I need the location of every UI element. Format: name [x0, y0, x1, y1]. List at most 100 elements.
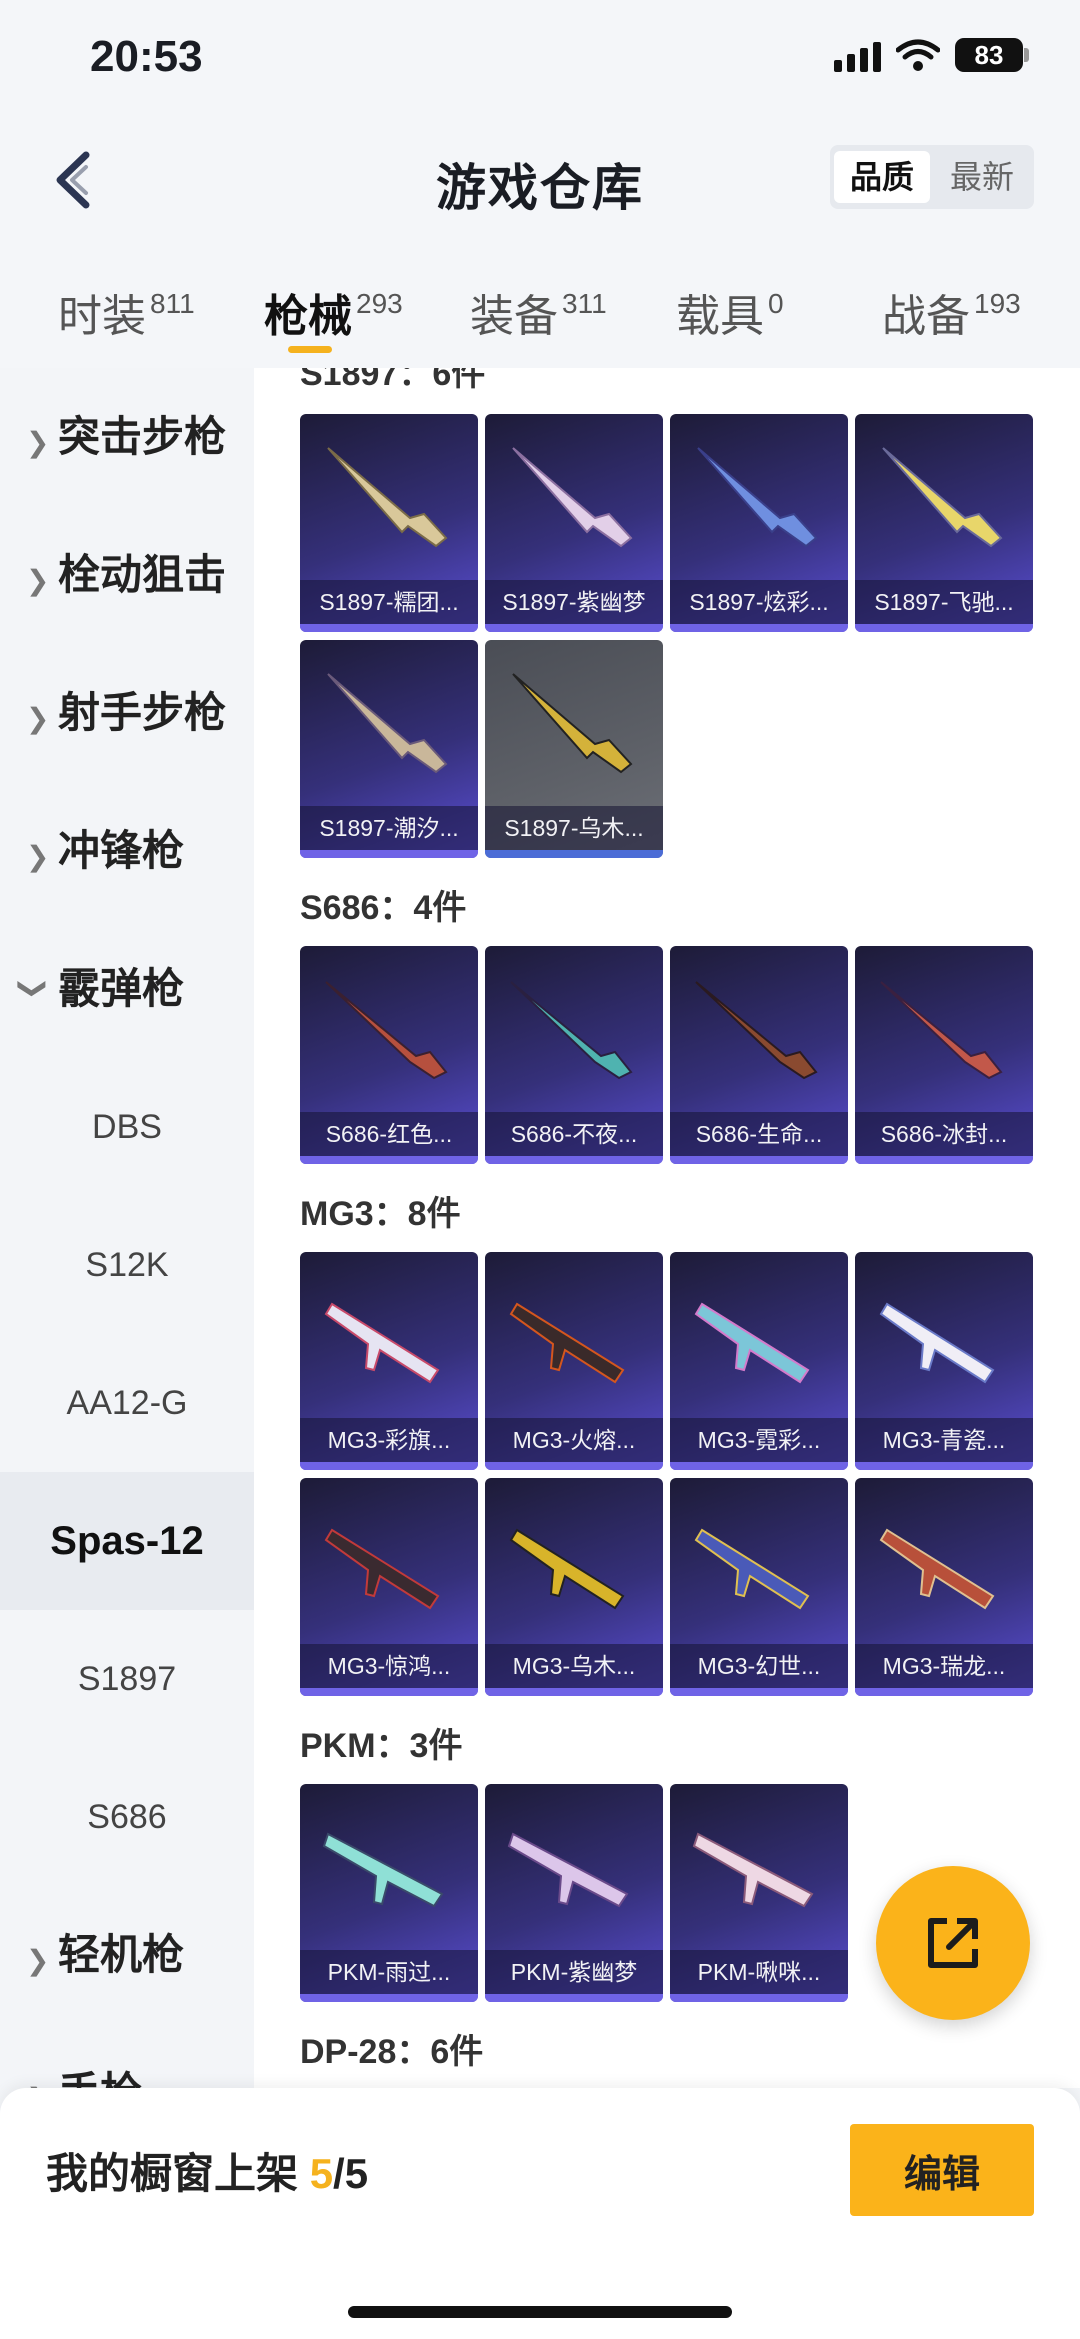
item-card[interactable]: MG3-霓彩... — [670, 1252, 848, 1470]
tab-guns[interactable]: 枪械 293 — [264, 280, 403, 344]
item-card[interactable]: S686-冰封... — [855, 946, 1033, 1164]
item-card[interactable]: MG3-青瓷... — [855, 1252, 1033, 1470]
section-title: MG3：8件 — [300, 1195, 461, 1233]
section-title: PKM：3件 — [300, 1727, 463, 1765]
chevron-down-icon: ❯ — [18, 976, 50, 1001]
card-rarity-bar — [485, 1994, 663, 2002]
machine-gun-icon — [507, 1832, 629, 1908]
share-icon — [928, 1918, 978, 1968]
shotgun-icon — [327, 447, 448, 548]
nav-header: 游戏仓库 品质 最新 — [0, 120, 1080, 240]
sort-newest-button[interactable]: 最新 — [934, 151, 1030, 203]
shotgun-icon — [882, 447, 1003, 548]
active-tab-indicator — [288, 346, 332, 353]
item-card[interactable]: S1897-炫彩... — [670, 414, 848, 632]
sidebar-item-smg[interactable]: ❯ 冲锋枪 — [0, 782, 254, 920]
card-rarity-bar — [300, 1156, 478, 1164]
status-time: 20:53 — [90, 32, 203, 81]
item-card[interactable]: MG3-瑞龙... — [855, 1478, 1033, 1696]
battery-tip — [1024, 48, 1029, 62]
sort-quality-button[interactable]: 品质 — [834, 151, 930, 203]
card-rarity-bar — [485, 624, 663, 632]
item-card[interactable]: MG3-幻世... — [670, 1478, 848, 1696]
card-rarity-bar — [855, 624, 1033, 632]
sidebar-subitem-spas12[interactable]: Spas-12 — [0, 1472, 254, 1610]
item-card[interactable]: MG3-火熔... — [485, 1252, 663, 1470]
card-rarity-bar — [670, 1156, 848, 1164]
item-card[interactable]: PKM-啾咪... — [670, 1784, 848, 2002]
item-card[interactable]: PKM-雨过... — [300, 1784, 478, 2002]
sidebar-item-pistol[interactable]: ❯ 手枪 — [0, 2024, 254, 2088]
sidebar-subitem-aa12g[interactable]: AA12-G — [0, 1334, 254, 1472]
item-card[interactable]: MG3-乌木... — [485, 1478, 663, 1696]
card-rarity-bar — [855, 1462, 1033, 1470]
status-bar: 20:53 83 — [0, 0, 1080, 120]
chevron-right-icon: ❯ — [26, 703, 50, 734]
tab-count: 293 — [356, 288, 403, 319]
card-rarity-bar — [485, 1688, 663, 1696]
shotgun-icon — [512, 447, 633, 548]
sidebar-subitem-s12k[interactable]: S12K — [0, 1196, 254, 1334]
machine-gun-icon — [694, 1302, 810, 1384]
card-rarity-bar — [485, 1462, 663, 1470]
item-card[interactable]: MG3-惊鸿... — [300, 1478, 478, 1696]
sidebar-item-shotgun[interactable]: ❯ 霰弹枪 — [0, 920, 254, 1058]
item-card[interactable]: PKM-紫幽梦 — [485, 1784, 663, 2002]
signal-icon — [834, 42, 881, 72]
tab-vehicles[interactable]: 载具 0 — [676, 280, 784, 344]
sidebar-subitem-s1897[interactable]: S1897 — [0, 1610, 254, 1748]
machine-gun-icon — [322, 1832, 444, 1908]
sidebar-item-lmg[interactable]: ❯ 轻机枪 — [0, 1886, 254, 2024]
sort-toggle: 品质 最新 — [830, 145, 1034, 209]
sidebar-item-assault-rifle[interactable]: ❯ 突击步枪 — [0, 368, 254, 506]
edit-button[interactable]: 编辑 — [850, 2124, 1034, 2216]
item-card[interactable]: S1897-飞驰... — [855, 414, 1033, 632]
sidebar-item-marksman-rifle[interactable]: ❯ 射手步枪 — [0, 644, 254, 782]
sidebar-item-bolt-sniper[interactable]: ❯ 栓动狙击 — [0, 506, 254, 644]
tab-count: 811 — [150, 288, 195, 319]
shotgun-icon — [695, 981, 818, 1080]
card-rarity-bar — [670, 1994, 848, 2002]
section-title: DP-28：6件 — [300, 2033, 484, 2071]
card-rarity-bar — [485, 850, 663, 858]
section-title: S686：4件 — [300, 889, 467, 927]
card-rarity-bar — [855, 1156, 1033, 1164]
machine-gun-icon — [879, 1302, 995, 1384]
sidebar-subitem-dbs[interactable]: DBS — [0, 1058, 254, 1196]
card-rarity-bar — [485, 1156, 663, 1164]
section-title: S1897：6件 — [300, 368, 486, 393]
tab-count: 311 — [562, 288, 607, 319]
item-card[interactable]: S686-生命... — [670, 946, 848, 1164]
showcase-current: 5 — [309, 2150, 334, 2197]
sidebar-subitem-s686[interactable]: S686 — [0, 1748, 254, 1886]
item-card[interactable]: S686-红色... — [300, 946, 478, 1164]
category-tabs: 时装 811 枪械 293 装备 311 载具 0 战备 193 — [0, 240, 1080, 368]
tab-supplies[interactable]: 战备 193 — [882, 280, 1021, 344]
wifi-icon — [896, 39, 940, 71]
tab-count: 193 — [974, 288, 1021, 319]
item-card[interactable]: S1897-潮汐... — [300, 640, 478, 858]
tab-equipment[interactable]: 装备 311 — [470, 280, 607, 344]
card-rarity-bar — [855, 1688, 1033, 1696]
item-card[interactable]: S1897-紫幽梦 — [485, 414, 663, 632]
shotgun-icon — [325, 981, 448, 1080]
card-rarity-bar — [670, 1462, 848, 1470]
machine-gun-icon — [509, 1302, 625, 1384]
item-card[interactable]: S686-不夜... — [485, 946, 663, 1164]
home-indicator — [348, 2306, 732, 2318]
tab-fashion[interactable]: 时装 811 — [58, 280, 195, 344]
shotgun-icon — [512, 673, 633, 774]
machine-gun-icon — [694, 1528, 810, 1610]
card-rarity-bar — [300, 1462, 478, 1470]
showcase-count: 我的橱窗上架 5/5 — [46, 2150, 369, 2197]
card-rarity-bar — [670, 1688, 848, 1696]
item-card[interactable]: S1897-乌木... — [485, 640, 663, 858]
item-card[interactable]: S1897-糯团... — [300, 414, 478, 632]
item-card[interactable]: MG3-彩旗... — [300, 1252, 478, 1470]
chevron-right-icon: ❯ — [26, 841, 50, 872]
shotgun-icon — [697, 447, 818, 548]
share-button[interactable] — [876, 1866, 1030, 2020]
card-rarity-bar — [300, 850, 478, 858]
chevron-right-icon: ❯ — [26, 427, 50, 458]
machine-gun-icon — [509, 1528, 625, 1610]
